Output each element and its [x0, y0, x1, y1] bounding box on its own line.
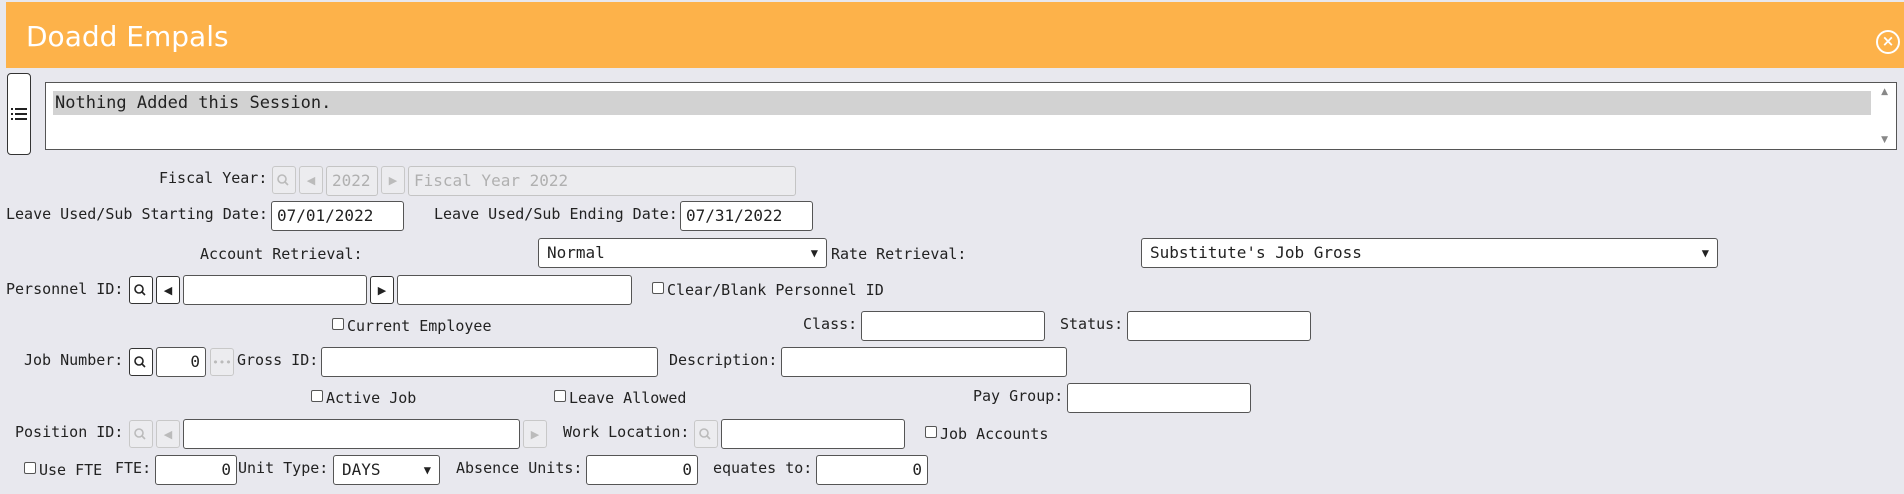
close-icon[interactable]: × [1876, 30, 1900, 54]
pay-group-label: Pay Group: [973, 387, 1064, 405]
list-icon [11, 108, 27, 120]
fte-label: FTE: [115, 459, 152, 477]
personnel-next-button[interactable]: ▶ [370, 276, 394, 304]
scroll-down-icon[interactable]: ▼ [1881, 135, 1888, 145]
status-input[interactable] [1127, 311, 1311, 341]
leave-start-label: Leave Used/Sub Starting Date: [6, 205, 268, 223]
lookup-icon [699, 428, 711, 440]
account-retrieval-select[interactable]: Normal ▼ [538, 238, 827, 268]
work-location-label: Work Location: [563, 423, 690, 441]
job-number-label: Job Number: [24, 351, 124, 369]
equates-to-label: equates to: [713, 459, 813, 477]
leave-allowed-label: Leave Allowed [569, 389, 687, 407]
job-accounts-label: Job Accounts [940, 425, 1049, 443]
title-bar: Doadd Empals × [6, 2, 1904, 68]
window-title: Doadd Empals [26, 20, 229, 53]
gross-id-label: Gross ID: [237, 351, 319, 369]
list-menu-button[interactable] [7, 73, 31, 155]
fiscal-year-prev-button: ◀ [299, 166, 323, 194]
current-employee-checkbox[interactable] [332, 318, 344, 330]
description-label: Description: [669, 351, 778, 369]
class-label: Class: [803, 315, 858, 333]
leave-start-date-input[interactable]: 07/01/2022 [271, 201, 404, 231]
work-location-input[interactable] [721, 419, 905, 449]
active-job-label: Active Job [326, 389, 417, 407]
use-fte-label: Use FTE [39, 461, 103, 479]
absence-units-label: Absence Units: [456, 459, 583, 477]
lookup-icon [277, 174, 289, 186]
scroll-up-icon[interactable]: ▲ [1881, 87, 1888, 97]
fte-input[interactable]: 0 [155, 455, 237, 485]
leave-allowed-checkbox[interactable] [554, 390, 566, 402]
account-retrieval-label: Account Retrieval: [200, 245, 363, 263]
fiscal-year-label: Fiscal Year: [159, 169, 268, 187]
job-accounts-checkbox[interactable] [925, 426, 937, 438]
lookup-icon [134, 356, 146, 368]
fiscal-year-input: 2022 [326, 166, 378, 196]
gross-id-input[interactable] [321, 347, 658, 377]
chevron-down-icon: ▼ [810, 246, 818, 260]
unit-type-label: Unit Type: [238, 459, 329, 477]
class-input[interactable] [861, 311, 1045, 341]
job-number-input[interactable]: 0 [156, 347, 206, 377]
fiscal-year-lookup-button [272, 166, 296, 194]
personnel-name-input[interactable] [397, 275, 632, 305]
message-list[interactable]: Nothing Added this Session. ▲ ▼ [45, 82, 1897, 150]
position-next-button: ▶ [523, 420, 547, 448]
lookup-icon [134, 428, 146, 440]
clear-personnel-label: Clear/Blank Personnel ID [667, 281, 884, 299]
pay-group-input[interactable] [1067, 383, 1251, 413]
current-employee-label: Current Employee [347, 317, 492, 335]
work-location-lookup-button [694, 420, 718, 448]
leave-end-date-input[interactable]: 07/31/2022 [680, 201, 813, 231]
message-item: Nothing Added this Session. [53, 91, 1871, 115]
rate-retrieval-label: Rate Retrieval: [831, 245, 967, 263]
personnel-lookup-button[interactable] [129, 276, 153, 304]
personnel-prev-button[interactable]: ◀ [156, 276, 180, 304]
rate-retrieval-select[interactable]: Substitute's Job Gross ▼ [1141, 238, 1718, 268]
lookup-icon [134, 284, 146, 296]
position-id-input[interactable] [183, 419, 520, 449]
job-more-button: ••• [210, 348, 234, 376]
unit-type-select[interactable]: DAYS ▼ [333, 455, 440, 485]
unit-type-value: DAYS [342, 460, 381, 479]
position-id-label: Position ID: [15, 423, 124, 441]
equates-to-input[interactable]: 0 [816, 455, 928, 485]
fiscal-year-description: Fiscal Year 2022 [408, 166, 796, 196]
rate-retrieval-value: Substitute's Job Gross [1150, 243, 1362, 262]
chevron-down-icon: ▼ [1701, 246, 1709, 260]
personnel-id-input[interactable] [183, 275, 367, 305]
position-lookup-button [129, 420, 153, 448]
use-fte-checkbox[interactable] [24, 462, 36, 474]
account-retrieval-value: Normal [547, 243, 605, 262]
chevron-down-icon: ▼ [423, 463, 431, 477]
position-prev-button: ◀ [156, 420, 180, 448]
description-input[interactable] [781, 347, 1067, 377]
clear-personnel-checkbox[interactable] [652, 282, 664, 294]
active-job-checkbox[interactable] [311, 390, 323, 402]
job-lookup-button[interactable] [129, 348, 153, 376]
absence-units-input[interactable]: 0 [586, 455, 698, 485]
status-label: Status: [1060, 315, 1124, 333]
fiscal-year-next-button: ▶ [381, 166, 405, 194]
personnel-id-label: Personnel ID: [6, 280, 124, 298]
leave-end-label: Leave Used/Sub Ending Date: [434, 205, 678, 223]
